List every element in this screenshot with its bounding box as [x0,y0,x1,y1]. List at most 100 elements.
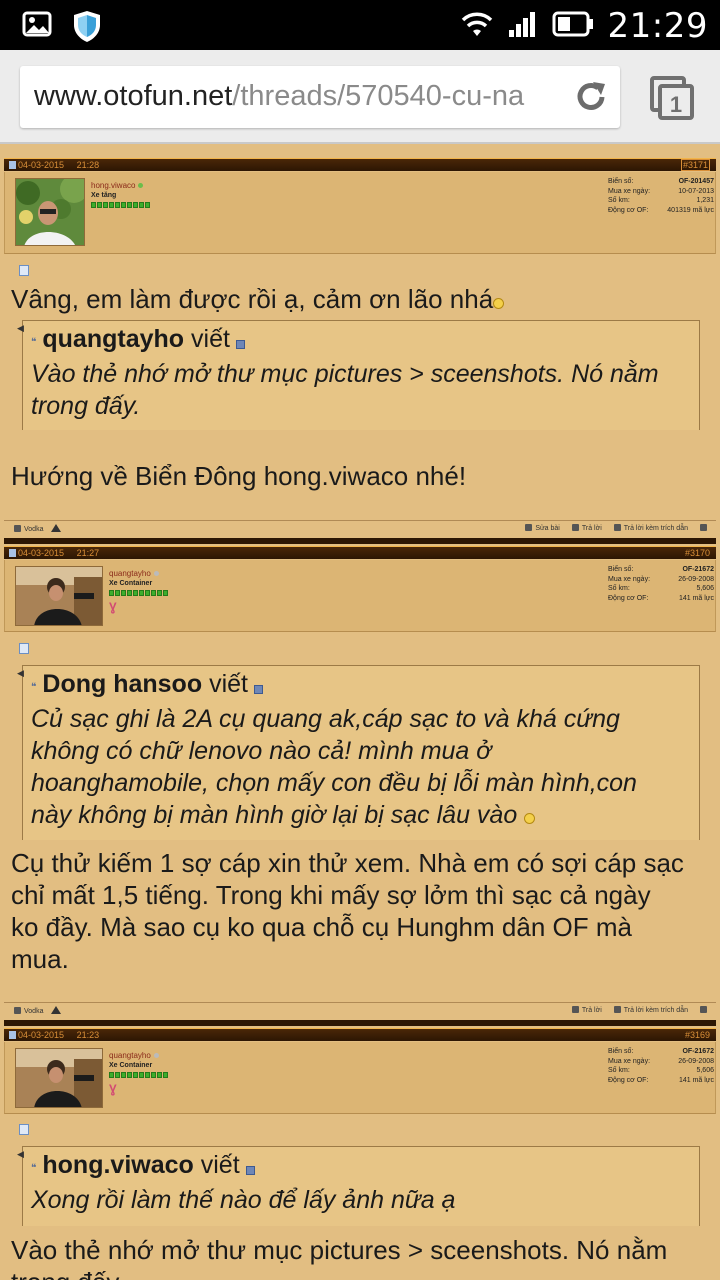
louis-vuitton-badge-icon: Ɣ [109,1082,117,1096]
quote-author[interactable]: hong.viwaco [42,1151,193,1179]
thanks-user[interactable]: Vodka [24,1008,43,1015]
multiquote-icon[interactable] [700,524,710,532]
stat-label: Động cơ OF: [608,1076,649,1084]
offline-status-icon [153,1053,159,1058]
user-stats: Biển số: OF-21672 Mua xe ngày: 26-09-2008 … [608,566,718,604]
quote-author[interactable]: quangtayho [42,325,184,353]
wifi-icon [460,10,494,43]
document-icon [9,161,16,169]
quote-line: không có chữ lenovo nào cả! mình mua ở [31,737,492,765]
browser-toolbar: www.otofun.net/threads/570540-cu-na 1 [0,50,720,144]
stat-label: Biển số: [608,1048,634,1055]
edit-button[interactable]: Sửa bài [525,524,560,532]
quote-text: Củ sạc ghi là 2A cụ quang ak,cáp sạc to … [31,703,637,831]
reply-with-quote-label: Trả lời kèm trích dẫn [623,1007,688,1014]
stat-value: 141 mã lực [678,594,714,602]
reply-button[interactable]: Trả lời [571,524,602,532]
address-bar[interactable]: www.otofun.net/threads/570540-cu-na [20,66,620,128]
divider [4,1002,716,1003]
reply-icon [571,524,579,531]
stat-label: Mua xe ngày: [608,1057,651,1065]
reply-with-quote-button[interactable]: Trả lời kèm trích dẫn [613,1006,688,1014]
stat-value: 26-09-2008 [678,575,714,583]
report-icon[interactable] [51,1006,62,1014]
stat-label: Biển số: [608,566,634,573]
avatar[interactable] [15,1048,103,1108]
tab-count: 1 [670,92,682,117]
thanks-icon [14,525,21,532]
reply-button[interactable]: Trả lời [571,1006,602,1014]
thanks-icon [14,1007,21,1014]
reputation-bar [109,590,168,596]
report-icon[interactable] [51,524,62,532]
document-icon [9,549,16,557]
reply-line: Cụ thử kiếm 1 sợ cáp xin thử xem. Nhà em… [11,848,684,878]
stat-label: Động cơ OF: [608,206,649,214]
reply-text: Vào thẻ nhớ mở thư mục pictures > sceens… [11,1234,667,1280]
stat-label: Số km: [608,585,630,592]
signal-icon [508,10,538,43]
edit-icon [525,524,533,531]
quote-icon: ❝ [31,682,37,693]
quote-line: này không bị màn hình giờ lại bị sạc lâu… [31,801,518,829]
multiquote-icon[interactable] [700,1006,710,1014]
quote-text: Vào thẻ nhớ mở thư mục pictures > sceens… [31,358,659,422]
post-bottom-bar [4,538,716,544]
tabs-button[interactable]: 1 [648,74,696,122]
post-time: 21:23 [76,1030,100,1040]
post-number[interactable]: #3169 [685,1029,710,1041]
thanks-user[interactable]: Vodka [24,526,43,533]
stat-value: OF-201457 [678,178,714,185]
online-status-icon [138,183,144,188]
reply-with-quote-button[interactable]: Trả lời kèm trích dẫn [613,524,688,532]
post-number[interactable]: #3170 [685,547,710,559]
status-bar: 21:29 [0,0,720,50]
post-number[interactable]: #3171 [680,159,710,171]
stat-label: Biển số: [608,178,634,185]
url-domain: www.otofun.net [34,80,233,112]
username[interactable]: quangtayho [109,1051,151,1060]
reply-label: Trả lời [581,525,602,532]
reply-text: Hướng về Biển Đông hong.viwaco nhé! [11,461,467,491]
quote-text: Xong rồi làm thế nào để lấy ảnh nữa ạ [31,1184,455,1216]
post-header: 04-03-2015 21:27 #3170 [4,546,716,559]
post-userinfo: hong.viwaco Xe tăng Biển số: OF-201457 Mu… [4,172,716,254]
stat-value: 10-07-2013 [678,187,714,195]
user-stats: Biển số: OF-21672 Mua xe ngày: 26-09-2008 … [608,1048,718,1086]
post-footer: Vodka Sửa bài Trả lời Trả lời kèm trích … [4,522,716,536]
view-post-icon[interactable] [235,340,245,349]
username[interactable]: quangtayho [109,569,151,578]
stat-value: 5,606 [696,1067,714,1074]
url-text[interactable]: www.otofun.net/threads/570540-cu-na [34,80,554,113]
stat-value: 5,606 [696,585,714,592]
post-footer: Vodka Trả lời Trả lời kèm trích dẫn [4,1004,716,1018]
avatar[interactable] [15,566,103,626]
reply-line: ko đầy. Mà sao cụ ko qua chỗ cụ Hunghm d… [11,912,632,942]
quote-wrote: viết [209,670,248,698]
quote-author[interactable]: Dong hansoo [42,670,202,698]
avatar[interactable] [15,178,85,246]
reputation-bar [91,202,150,208]
quote-line: Củ sạc ghi là 2A cụ quang ak,cáp sạc to … [31,705,620,733]
username[interactable]: hong.viwaco [91,181,135,190]
stat-label: Số km: [608,197,630,204]
post-date: 04-03-2015 [18,548,65,558]
divider [4,520,716,521]
reply-label: Trả lời [581,1007,602,1014]
message-icon [19,1124,29,1135]
url-path: /threads/570540-cu-na [232,80,525,112]
reply-line: trong đấy. [11,1266,667,1280]
view-post-icon[interactable] [253,685,263,694]
user-stats: Biển số: OF-201457 Mua xe ngày: 10-07-2013… [608,178,718,216]
post-date: 04-03-2015 [18,160,65,170]
battery-icon [552,10,594,43]
reload-icon[interactable] [572,78,610,121]
clock: 21:29 [607,6,708,46]
reply-line: chỉ mất 1,5 tiếng. Trong khi mấy sợ lởm … [11,880,651,910]
quote-icon: ❝ [31,1163,37,1174]
stat-value: 1,231 [696,197,714,204]
quote-wrote: viết [200,1151,240,1179]
quote-line: hoanghamobile, chọn mấy con đều bị lỗi m… [31,769,637,797]
reply-text: Cụ thử kiếm 1 sợ cáp xin thử xem. Nhà em… [11,847,684,975]
view-post-icon[interactable] [245,1166,255,1175]
